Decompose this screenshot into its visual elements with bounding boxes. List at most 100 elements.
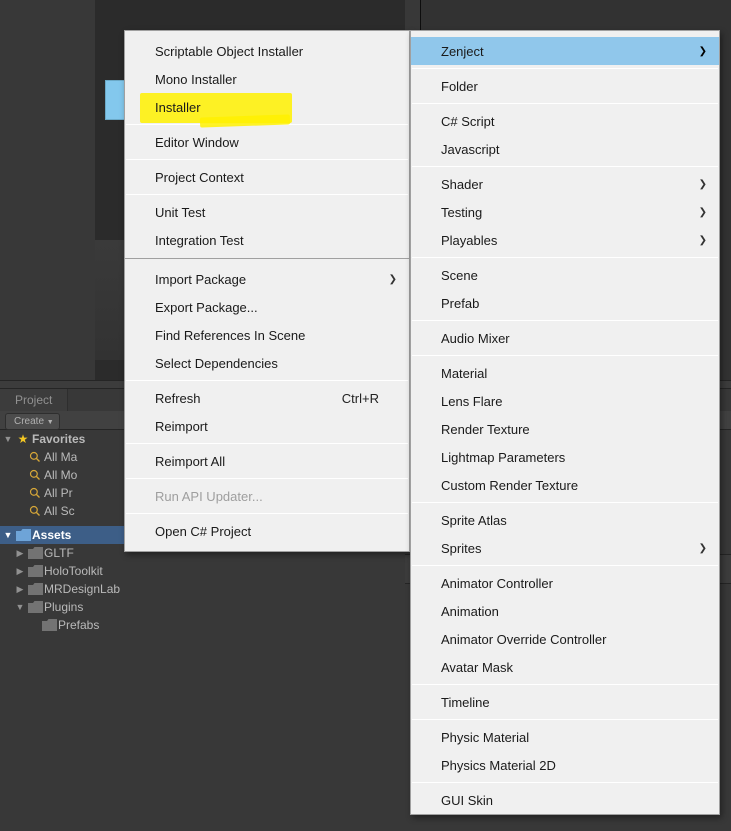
menu-item-animation[interactable]: Animation bbox=[411, 597, 719, 625]
menu-separator bbox=[412, 684, 718, 685]
menu-item-lens-flare[interactable]: Lens Flare bbox=[411, 387, 719, 415]
menu-separator bbox=[412, 719, 718, 720]
menu-label: Project Context bbox=[155, 170, 244, 185]
folder-icon bbox=[26, 583, 44, 595]
caret-right-icon: ▶ bbox=[14, 584, 26, 595]
menu-item-select-dependencies[interactable]: Select Dependencies bbox=[125, 349, 409, 377]
menu-separator bbox=[412, 320, 718, 321]
menu-item-physics-material-2d[interactable]: Physics Material 2D bbox=[411, 751, 719, 779]
menu-item-playables[interactable]: Playables bbox=[411, 226, 719, 254]
assets-label: Assets bbox=[32, 528, 71, 542]
menu-item-animator-override-controller[interactable]: Animator Override Controller bbox=[411, 625, 719, 653]
menu-label: Installer bbox=[155, 100, 201, 115]
menu-item-scene[interactable]: Scene bbox=[411, 261, 719, 289]
menu-label: Physics Material 2D bbox=[441, 758, 556, 773]
menu-item-find-references[interactable]: Find References In Scene bbox=[125, 321, 409, 349]
folder-icon bbox=[14, 529, 32, 541]
menu-separator bbox=[412, 103, 718, 104]
menu-item-timeline[interactable]: Timeline bbox=[411, 688, 719, 716]
favorites-label: Favorites bbox=[32, 432, 85, 446]
menu-label: Material bbox=[441, 366, 487, 381]
menu-separator bbox=[126, 478, 408, 479]
menu-item-reimport-all[interactable]: Reimport All bbox=[125, 447, 409, 475]
caret-down-icon: ▼ bbox=[2, 434, 14, 444]
item-label: HoloToolkit bbox=[44, 564, 103, 578]
search-icon bbox=[26, 487, 44, 499]
menu-item-render-texture[interactable]: Render Texture bbox=[411, 415, 719, 443]
menu-separator bbox=[126, 380, 408, 381]
item-label: GLTF bbox=[44, 546, 74, 560]
folder-icon bbox=[26, 547, 44, 559]
item-label: Plugins bbox=[44, 600, 83, 614]
menu-item-avatar-mask[interactable]: Avatar Mask bbox=[411, 653, 719, 681]
menu-item-scriptable-object-installer[interactable]: Scriptable Object Installer bbox=[125, 37, 409, 65]
menu-item-export-package[interactable]: Export Package... bbox=[125, 293, 409, 321]
menu-item-sprites[interactable]: Sprites bbox=[411, 534, 719, 562]
menu-separator bbox=[412, 782, 718, 783]
menu-label: Unit Test bbox=[155, 205, 205, 220]
menu-label: Export Package... bbox=[155, 300, 258, 315]
menu-item-project-context[interactable]: Project Context bbox=[125, 163, 409, 191]
menu-label: Folder bbox=[441, 79, 478, 94]
menu-item-javascript[interactable]: Javascript bbox=[411, 135, 719, 163]
menu-label: Audio Mixer bbox=[441, 331, 510, 346]
menu-item-prefab[interactable]: Prefab bbox=[411, 289, 719, 317]
menu-item-custom-render-texture[interactable]: Custom Render Texture bbox=[411, 471, 719, 499]
menu-label: Import Package bbox=[155, 272, 246, 287]
folder-item[interactable]: ▶HoloToolkit bbox=[0, 562, 405, 580]
menu-label: Prefab bbox=[441, 296, 479, 311]
menu-item-unit-test[interactable]: Unit Test bbox=[125, 198, 409, 226]
menu-item-animator-controller[interactable]: Animator Controller bbox=[411, 569, 719, 597]
dropdown-caret-icon: ▼ bbox=[47, 419, 54, 426]
menu-item-integration-test[interactable]: Integration Test bbox=[125, 226, 409, 254]
menu-label: C# Script bbox=[441, 114, 494, 129]
create-button[interactable]: Create ▼ bbox=[5, 413, 60, 430]
menu-item-editor-window[interactable]: Editor Window bbox=[125, 128, 409, 156]
menu-label: Select Dependencies bbox=[155, 356, 278, 371]
menu-label: Scriptable Object Installer bbox=[155, 44, 303, 59]
menu-item-open-csharp-project[interactable]: Open C# Project bbox=[125, 517, 409, 545]
menu-label: Render Texture bbox=[441, 422, 530, 437]
star-icon: ★ bbox=[14, 432, 32, 446]
menu-item-mono-installer[interactable]: Mono Installer bbox=[125, 65, 409, 93]
caret-right-icon: ▶ bbox=[14, 548, 26, 559]
item-label: All Ma bbox=[44, 450, 77, 464]
menu-label: Testing bbox=[441, 205, 482, 220]
menu-item-lightmap-parameters[interactable]: Lightmap Parameters bbox=[411, 443, 719, 471]
item-label: Prefabs bbox=[58, 618, 99, 632]
menu-label: Refresh bbox=[155, 391, 201, 406]
menu-label: Open C# Project bbox=[155, 524, 251, 539]
menu-label: Run API Updater... bbox=[155, 489, 263, 504]
project-tab[interactable]: Project bbox=[0, 389, 68, 411]
menu-label: Sprite Atlas bbox=[441, 513, 507, 528]
menu-label: Sprites bbox=[441, 541, 481, 556]
menu-label: Reimport All bbox=[155, 454, 225, 469]
menu-item-import-package[interactable]: Import Package bbox=[125, 265, 409, 293]
menu-item-material[interactable]: Material bbox=[411, 359, 719, 387]
menu-item-physic-material[interactable]: Physic Material bbox=[411, 723, 719, 751]
menu-item-installer[interactable]: Installer bbox=[125, 93, 409, 121]
menu-label: Lens Flare bbox=[441, 394, 502, 409]
menu-item-zenject[interactable]: Zenject bbox=[411, 37, 719, 65]
folder-item[interactable]: Prefabs bbox=[0, 616, 405, 634]
menu-label: Timeline bbox=[441, 695, 490, 710]
menu-item-testing[interactable]: Testing bbox=[411, 198, 719, 226]
item-label: All Mo bbox=[44, 468, 77, 482]
menu-item-shader[interactable]: Shader bbox=[411, 170, 719, 198]
menu-item-sprite-atlas[interactable]: Sprite Atlas bbox=[411, 506, 719, 534]
menu-label: Integration Test bbox=[155, 233, 244, 248]
menu-label: Playables bbox=[441, 233, 497, 248]
menu-label: Lightmap Parameters bbox=[441, 450, 565, 465]
menu-item-folder[interactable]: Folder bbox=[411, 72, 719, 100]
menu-item-refresh[interactable]: RefreshCtrl+R bbox=[125, 384, 409, 412]
caret-down-icon: ▼ bbox=[2, 530, 14, 540]
folder-item[interactable]: ▶MRDesignLab bbox=[0, 580, 405, 598]
folder-item[interactable]: ▼Plugins bbox=[0, 598, 405, 616]
menu-separator bbox=[126, 513, 408, 514]
menu-item-audio-mixer[interactable]: Audio Mixer bbox=[411, 324, 719, 352]
menu-label: Editor Window bbox=[155, 135, 239, 150]
menu-item-csharp-script[interactable]: C# Script bbox=[411, 107, 719, 135]
menu-item-gui-skin[interactable]: GUI Skin bbox=[411, 786, 719, 814]
menu-item-reimport[interactable]: Reimport bbox=[125, 412, 409, 440]
menu-separator bbox=[126, 159, 408, 160]
